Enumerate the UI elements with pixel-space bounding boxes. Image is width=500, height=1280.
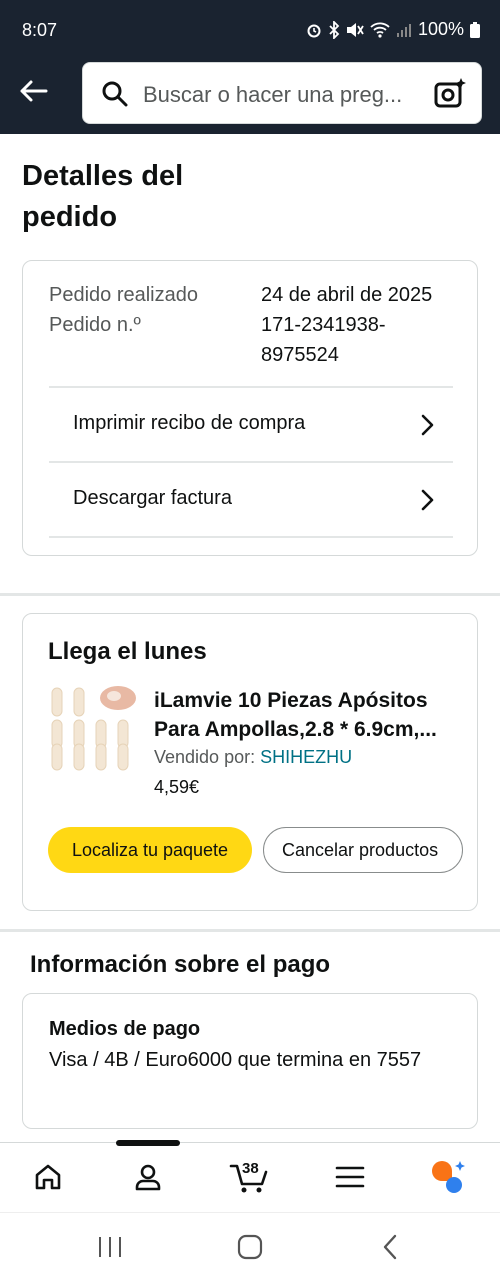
section-separator [0, 593, 500, 596]
track-package-button[interactable]: Localiza tu paquete [48, 827, 252, 873]
active-tab-indicator [116, 1140, 180, 1146]
delivery-card: Llega el lunes iLamvie 10 Piezas Apósito… [22, 613, 478, 911]
payment-section-title: Información sobre el pago [30, 951, 331, 978]
status-bar: 8:07 100% [0, 0, 500, 60]
product-title-line2: Para Ampollas,2.8 * 6.9cm,... [154, 718, 437, 741]
product-title-line1: iLamvie 10 Piezas Apósitos [154, 689, 428, 712]
home-button[interactable] [234, 1233, 266, 1261]
camera-icon[interactable] [433, 76, 467, 110]
chevron-right-icon [421, 489, 434, 511]
recent-apps-icon [99, 1237, 121, 1257]
signal-icon [396, 23, 411, 37]
search-input[interactable]: Buscar o hacer una preg... [82, 62, 482, 124]
product-price: 4,59€ [154, 777, 200, 797]
order-placed-date: 24 de abril de 2025 [261, 284, 433, 306]
nav-home[interactable] [28, 1157, 68, 1197]
cancel-items-button[interactable]: Cancelar productos [263, 827, 463, 873]
download-invoice-label: Descargar factura [73, 487, 232, 509]
print-receipt-link[interactable]: Imprimir recibo de compra [49, 388, 453, 462]
seller-link[interactable]: SHIHEZHU [260, 747, 352, 767]
seller-info: Vendido por: SHIHEZHU [154, 747, 352, 768]
recent-apps-button[interactable] [94, 1233, 126, 1261]
system-nav-bar [0, 1212, 500, 1280]
home-square-icon [237, 1234, 263, 1260]
home-icon [35, 1164, 61, 1190]
order-number-label: Pedido n.º [49, 314, 141, 336]
search-icon [102, 81, 128, 107]
battery-percent: 100% [417, 19, 464, 39]
menu-icon [335, 1166, 365, 1188]
section-separator [0, 929, 500, 932]
status-icons: 100% [306, 19, 480, 40]
product-title[interactable]: iLamvie 10 Piezas Apósitos Para Ampollas… [154, 686, 454, 744]
arrow-left-icon [20, 80, 48, 102]
order-number-part2: 8975524 [261, 344, 339, 366]
battery-icon [470, 21, 480, 38]
chevron-right-icon [421, 414, 434, 436]
product-image[interactable] [48, 684, 138, 774]
alarm-icon [307, 24, 321, 37]
payment-card: Medios de pago Visa / 4B / Euro6000 que … [22, 993, 478, 1129]
print-receipt-label: Imprimir recibo de compra [73, 412, 306, 434]
page-title: Detalles del pedido [22, 160, 184, 233]
order-number-part1: 171-2341938- [261, 314, 386, 336]
payment-method-value: Visa / 4B / Euro6000 que termina en 7557 [49, 1049, 422, 1071]
divider [49, 536, 453, 538]
seller-label: Vendido por: [154, 747, 256, 767]
system-back-button[interactable] [374, 1233, 406, 1261]
wifi-icon [370, 22, 390, 38]
download-invoice-link[interactable]: Descargar factura [49, 463, 453, 537]
mute-icon [346, 22, 364, 37]
account-icon [135, 1164, 161, 1191]
order-details-card: Pedido realizado 24 de abril de 2025 Ped… [22, 260, 478, 556]
delivery-title: Llega el lunes [48, 638, 207, 665]
nav-rufus[interactable] [430, 1157, 470, 1197]
order-placed-label: Pedido realizado [49, 284, 198, 306]
rufus-icon [432, 1161, 465, 1193]
cart-count: 38 [242, 1160, 259, 1177]
status-time: 8:07 [22, 20, 58, 40]
search-placeholder: Buscar o hacer una preg... [143, 82, 403, 107]
payment-method-label: Medios de pago [49, 1018, 201, 1040]
search-header: Buscar o hacer una preg... [0, 60, 500, 134]
back-button[interactable] [14, 74, 52, 108]
bluetooth-icon [329, 20, 340, 39]
chevron-left-icon [383, 1234, 397, 1260]
nav-menu[interactable] [330, 1157, 370, 1197]
nav-account[interactable] [128, 1157, 168, 1197]
bottom-nav: 38 [0, 1140, 500, 1212]
